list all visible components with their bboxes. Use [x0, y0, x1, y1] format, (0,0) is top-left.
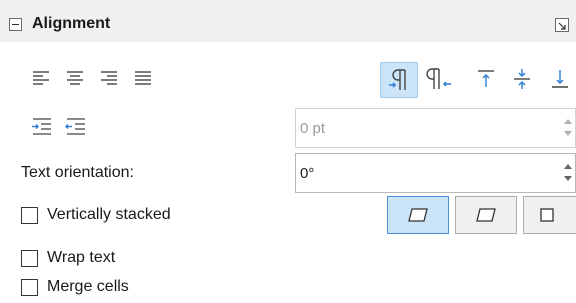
orientation-spin-arrows[interactable] [561, 154, 575, 192]
vertically-stacked-label: Vertically stacked [47, 206, 171, 223]
align-right-button[interactable] [98, 68, 120, 90]
align-bottom-icon [552, 70, 568, 88]
orientation-value: 0° [300, 165, 315, 182]
vertically-stacked-checkbox[interactable] [21, 207, 38, 224]
text-direction-rtl-button[interactable] [422, 62, 460, 98]
align-top-icon [478, 70, 494, 87]
spin-up-icon[interactable] [564, 119, 572, 124]
merge-cells-label: Merge cells [47, 278, 129, 295]
orientation-spinbox[interactable]: 0° [295, 153, 576, 193]
increase-indent-button[interactable] [30, 116, 54, 138]
align-top-button[interactable] [470, 62, 504, 98]
text-direction-ltr-icon [389, 69, 406, 90]
indent-value: 0 pt [300, 120, 326, 137]
slant-left-button[interactable] [387, 196, 449, 234]
wrap-text-label: Wrap text [47, 249, 116, 266]
wrap-text-checkbox[interactable] [21, 250, 38, 267]
align-left-icon [33, 71, 49, 85]
align-center-button[interactable] [64, 68, 86, 90]
increase-indent-icon [32, 118, 51, 135]
justify-icon [135, 71, 151, 85]
panel-title: Alignment [32, 15, 111, 32]
merge-cells-checkbox[interactable] [21, 279, 38, 296]
spin-down-icon[interactable] [564, 176, 572, 181]
square-icon [540, 208, 555, 222]
text-direction-rtl-icon [426, 68, 451, 89]
align-center-icon [67, 71, 83, 85]
slant-right-button[interactable] [455, 196, 517, 234]
collapse-icon[interactable] [9, 18, 22, 31]
text-direction-ltr-button[interactable] [380, 62, 418, 98]
slanted-right-icon [476, 208, 496, 222]
justify-button[interactable] [132, 68, 154, 90]
align-bottom-button[interactable] [544, 62, 576, 98]
slanted-left-icon [408, 208, 428, 222]
no-slant-button[interactable] [523, 196, 576, 234]
decrease-indent-button[interactable] [64, 116, 88, 138]
indent-spin-arrows[interactable] [561, 109, 575, 147]
align-right-icon [101, 71, 117, 85]
text-orientation-label: Text orientation: [21, 164, 134, 181]
more-options-button[interactable] [555, 18, 569, 32]
align-middle-button[interactable] [506, 62, 540, 98]
panel-header: Alignment [0, 0, 576, 42]
dialog-launcher-icon [558, 22, 566, 30]
spin-up-icon[interactable] [564, 164, 572, 169]
decrease-indent-icon [65, 118, 85, 135]
align-left-button[interactable] [30, 68, 52, 90]
align-middle-icon [514, 69, 530, 89]
indent-spinbox[interactable]: 0 pt [295, 108, 576, 148]
spin-down-icon[interactable] [564, 131, 572, 136]
